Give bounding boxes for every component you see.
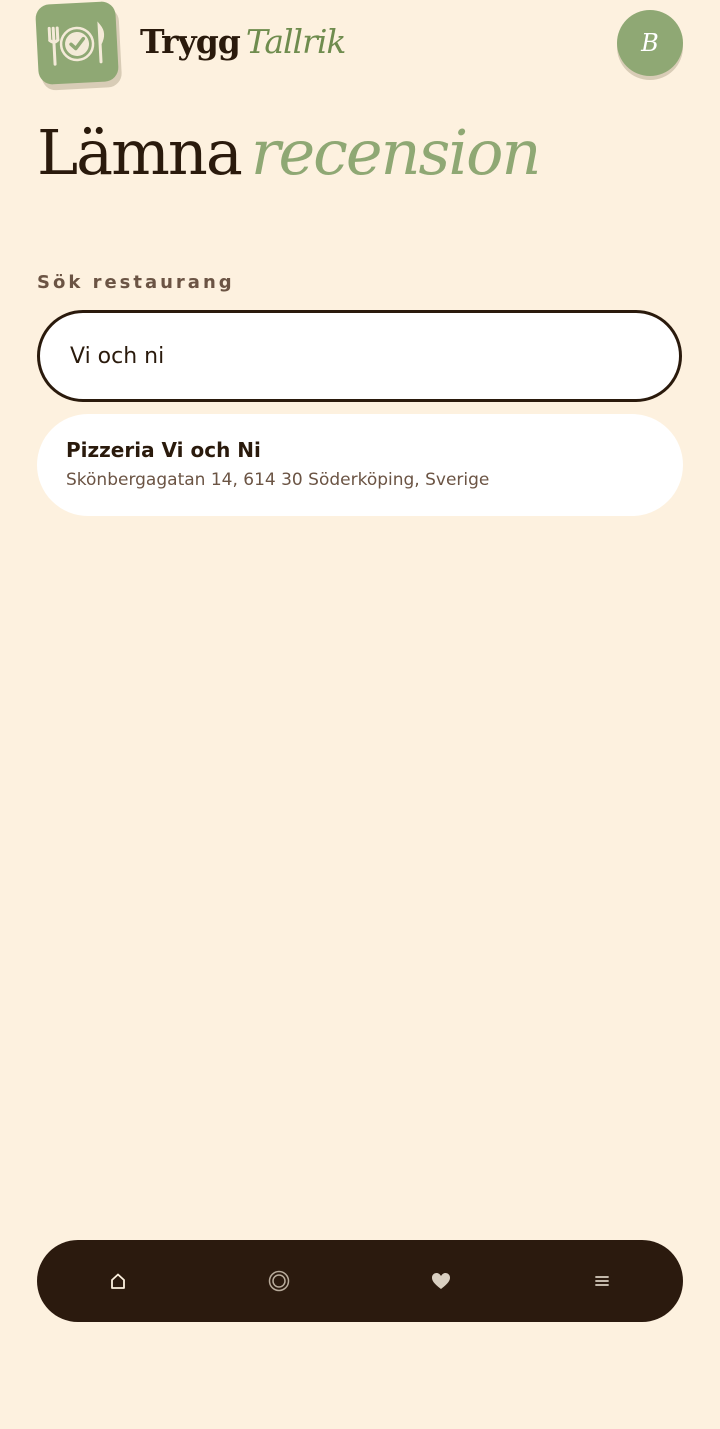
search-result-item[interactable]: Pizzeria Vi och Ni Skönbergagatan 14, 61…: [37, 414, 683, 516]
nav-menu[interactable]: [522, 1240, 684, 1322]
avatar[interactable]: B: [617, 10, 683, 76]
brand-word-1: Trygg: [140, 22, 241, 61]
bottom-nav: [37, 1240, 683, 1322]
page-title-plain: Lämna: [37, 116, 243, 189]
nav-home[interactable]: [37, 1240, 199, 1322]
home-icon: [110, 1273, 125, 1289]
nav-favorites[interactable]: [360, 1240, 522, 1322]
brand-word-2: Tallrik: [245, 22, 347, 61]
heart-icon: [431, 1273, 450, 1289]
review-circle-icon: [269, 1270, 290, 1292]
app-logo[interactable]: [34, 0, 120, 86]
page-title-italic: recension: [250, 116, 542, 189]
menu-icon: [595, 1276, 610, 1286]
result-name: Pizzeria Vi och Ni: [66, 438, 261, 462]
result-address: Skönbergagatan 14, 614 30 Söderköping, S…: [66, 470, 490, 490]
page-title: Lämna recension: [37, 116, 542, 189]
brand-name: Trygg Tallrik: [140, 22, 347, 61]
search-input[interactable]: [37, 310, 682, 402]
plate-check-icon: [47, 21, 105, 66]
search-label: Sök restaurang: [37, 272, 235, 293]
nav-review[interactable]: [199, 1240, 361, 1322]
